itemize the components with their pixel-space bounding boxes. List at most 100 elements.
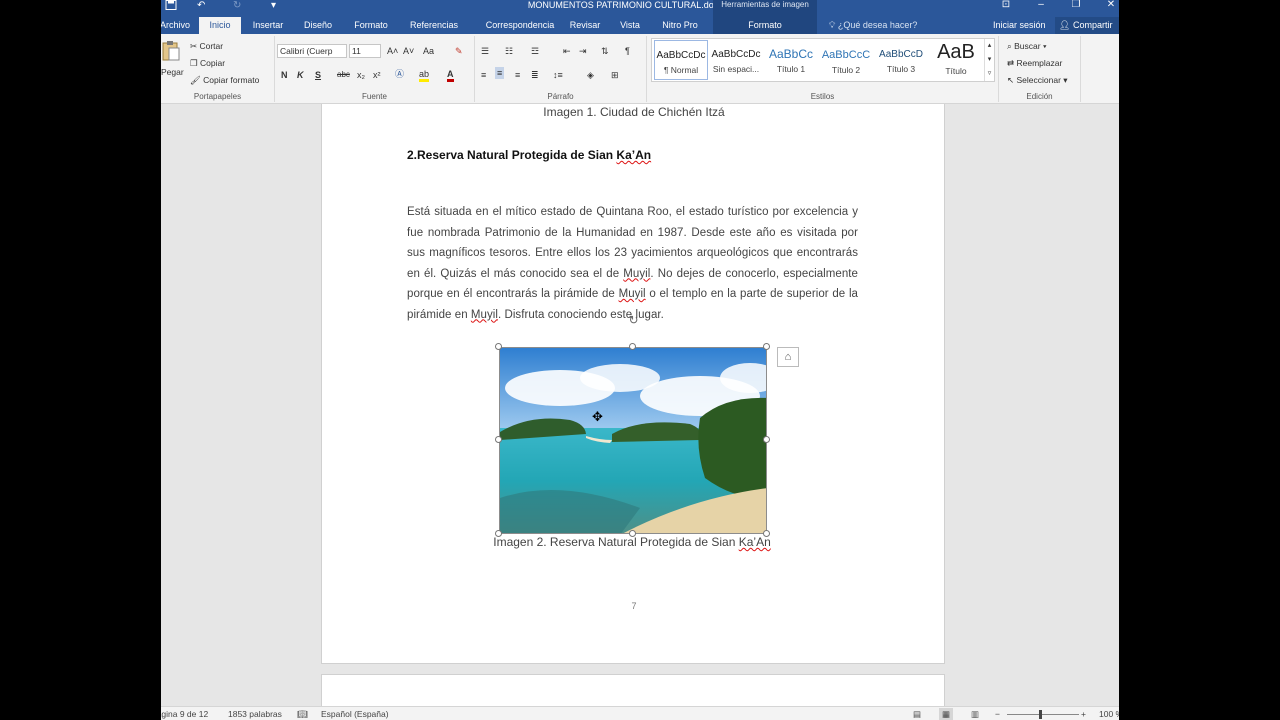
styles-scroll[interactable]: ▴ ▾ ▿: [984, 39, 994, 81]
bold-button[interactable]: N: [281, 69, 288, 81]
resize-handle-tl[interactable]: [495, 343, 502, 350]
change-case-button[interactable]: Aa: [423, 45, 434, 57]
italic-button[interactable]: K: [297, 69, 304, 81]
show-marks-icon[interactable]: ¶: [625, 45, 630, 57]
zoom-out-button[interactable]: −: [995, 708, 1000, 720]
status-bar: Página 9 de 12 1853 palabras 📖︎ Español …: [161, 706, 1119, 720]
resize-handle-tr[interactable]: [763, 343, 770, 350]
paste-label[interactable]: Pegar: [161, 66, 184, 78]
tab-archivo[interactable]: Archivo: [161, 17, 191, 34]
style-heading-2[interactable]: AaBbCcC Título 2: [819, 40, 873, 80]
shrink-font-button[interactable]: A˅: [403, 45, 414, 57]
word-count[interactable]: 1853 palabras: [228, 708, 282, 720]
increase-indent-icon[interactable]: ⇥: [579, 45, 587, 57]
style-name: Título: [945, 66, 967, 76]
find-label: Buscar: [1014, 41, 1041, 51]
select-label: Seleccionar: [1016, 75, 1061, 85]
ribbon-display-icon[interactable]: ⊡: [996, 0, 1016, 12]
multilevel-list-icon[interactable]: ☲: [531, 45, 539, 57]
group-font: Calibri (Cuerp 11 A˄ A˅ Aa ✎ N K S abc x…: [275, 36, 475, 102]
share-button[interactable]: 👤︎ Compartir: [1055, 17, 1119, 34]
styles-gallery: AaBbCcDc ¶ Normal AaBbCcDc Sin espaci...…: [651, 38, 995, 82]
style-normal[interactable]: AaBbCcDc ¶ Normal: [654, 40, 708, 80]
underline-button[interactable]: S: [315, 69, 321, 81]
align-left-icon[interactable]: ≡: [481, 69, 486, 81]
group-editing: ⌕ Buscar ▾ ⇄ Reemplazar ↖ Seleccionar ▾ …: [999, 36, 1081, 102]
zoom-in-button[interactable]: +: [1081, 708, 1086, 720]
paste-icon[interactable]: [162, 40, 182, 66]
numbering-icon[interactable]: ☷: [505, 45, 513, 57]
style-no-spacing[interactable]: AaBbCcDc Sin espaci...: [709, 40, 763, 80]
grow-font-button[interactable]: A˄: [387, 45, 398, 57]
layout-options-icon[interactable]: ⌂: [777, 347, 799, 367]
resize-handle-l[interactable]: [495, 436, 502, 443]
editing-group-label: Edición: [1026, 92, 1053, 101]
next-page: [321, 674, 945, 706]
style-name: Título 3: [886, 64, 916, 74]
font-size-combo[interactable]: 11: [349, 44, 381, 58]
style-sample: AaBbCcC: [821, 49, 871, 61]
language-status[interactable]: Español (España): [321, 708, 389, 720]
sort-icon[interactable]: ⇅: [601, 45, 609, 57]
restore-button[interactable]: ❐: [1066, 0, 1086, 12]
superscript-button[interactable]: x²: [373, 69, 381, 81]
justify-icon[interactable]: ≣: [531, 69, 539, 81]
tab-vista[interactable]: Vista: [613, 17, 647, 34]
tab-correspondencia[interactable]: Correspondencia: [473, 17, 567, 34]
person-icon: 👤︎: [1059, 20, 1071, 30]
zoom-slider-thumb[interactable]: [1039, 710, 1042, 719]
cut-button[interactable]: ✂︎ Cortar: [190, 40, 223, 52]
line-spacing-icon[interactable]: ↕≡: [553, 69, 563, 81]
select-button[interactable]: ↖ Seleccionar ▾: [1007, 74, 1068, 86]
tab-revisar[interactable]: Revisar: [563, 17, 607, 34]
read-mode-icon[interactable]: ▤: [913, 708, 921, 720]
resize-handle-t[interactable]: [629, 343, 636, 350]
font-name-combo[interactable]: Calibri (Cuerp: [277, 44, 347, 58]
align-right-icon[interactable]: ≡: [515, 69, 520, 81]
text-effects-icon[interactable]: Ⓐ: [395, 68, 404, 80]
find-button[interactable]: ⌕ Buscar ▾: [1007, 40, 1047, 52]
zoom-slider[interactable]: [1007, 714, 1079, 715]
style-title[interactable]: AaB Título: [929, 40, 983, 80]
format-painter-label: Copiar formato: [203, 75, 260, 85]
tab-nitro-pro[interactable]: Nitro Pro: [655, 17, 705, 34]
format-painter-button[interactable]: 🖌︎ Copiar formato: [190, 74, 259, 86]
bullets-icon[interactable]: ☰: [481, 45, 489, 57]
web-layout-icon[interactable]: ▥: [971, 708, 979, 720]
proofing-icon[interactable]: 📖︎: [297, 708, 308, 720]
align-center-icon[interactable]: ≡: [495, 67, 505, 79]
font-color-icon[interactable]: A: [447, 68, 454, 82]
tab-insertar[interactable]: Insertar: [247, 17, 289, 34]
selected-picture[interactable]: [499, 347, 767, 534]
style-sample: AaBbCc: [768, 47, 814, 61]
tab-picture-format[interactable]: Formato: [713, 17, 817, 34]
section-heading[interactable]: 2.Reserva Natural Protegida de Sian Ka’A…: [407, 148, 651, 162]
decrease-indent-icon[interactable]: ⇤: [563, 45, 571, 57]
copy-button[interactable]: ❐ Copiar: [190, 57, 225, 69]
zoom-level[interactable]: 100 %: [1099, 708, 1119, 720]
tell-me-box[interactable]: 💡︎ ¿Qué desea hacer?: [829, 17, 917, 34]
sign-in-link[interactable]: Iniciar sesión: [993, 17, 1046, 34]
highlight-icon[interactable]: ab: [419, 68, 430, 82]
rotate-handle-icon[interactable]: ↻: [627, 314, 640, 327]
minimize-button[interactable]: –: [1031, 0, 1051, 12]
tab-diseno[interactable]: Diseño: [297, 17, 339, 34]
replace-button[interactable]: ⇄ Reemplazar: [1007, 57, 1062, 69]
subscript-button[interactable]: x₂: [357, 69, 365, 81]
resize-handle-r[interactable]: [763, 436, 770, 443]
borders-icon[interactable]: ⊞: [611, 69, 619, 81]
shading-icon[interactable]: ◈: [587, 69, 594, 81]
tab-formato[interactable]: Formato: [349, 17, 393, 34]
clear-format-icon[interactable]: ✎: [455, 45, 463, 57]
print-layout-icon[interactable]: ▦: [939, 708, 954, 720]
page-count[interactable]: Página 9 de 12: [161, 708, 208, 720]
move-cursor-icon: ✥: [592, 409, 603, 424]
style-heading-3[interactable]: AaBbCcD Título 3: [874, 40, 928, 80]
body-paragraph[interactable]: Está situada en el mítico estado de Quin…: [407, 202, 858, 325]
close-button[interactable]: ✕: [1101, 0, 1119, 12]
group-clipboard: Pegar ✂︎ Cortar ❐ Copiar 🖌︎ Copiar forma…: [161, 36, 275, 102]
style-heading-1[interactable]: AaBbCc Título 1: [764, 40, 818, 80]
strikethrough-button[interactable]: abc: [337, 69, 350, 81]
tab-referencias[interactable]: Referencias: [403, 17, 465, 34]
tab-inicio[interactable]: Inicio: [199, 17, 241, 34]
